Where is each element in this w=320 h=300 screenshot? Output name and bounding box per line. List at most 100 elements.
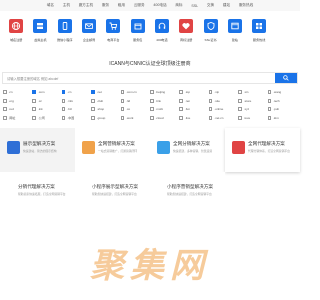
suffix-checkbox[interactable]	[149, 115, 154, 120]
suffix-checkbox[interactable]	[32, 115, 36, 120]
suffix-option[interactable]: .cc	[32, 97, 61, 106]
nav-item-cloud[interactable]: 云服务	[129, 3, 149, 8]
product-item[interactable]: 服务包	[125, 15, 149, 51]
solution-card[interactable]: 展示型解决方案 快速建站，简洁的展示结构	[0, 128, 75, 172]
suffix-option[interactable]: .biz	[61, 105, 91, 114]
nav-item-domain[interactable]: 域名	[42, 3, 58, 8]
suffix-option[interactable]: .vip	[208, 88, 238, 97]
suffix-option[interactable]: .网址	[3, 114, 32, 123]
suffix-option[interactable]: .live	[179, 114, 208, 123]
suffix-option[interactable]: .mobi	[149, 105, 179, 114]
suffix-checkbox[interactable]	[61, 98, 66, 103]
suffix-option[interactable]: .net.cn	[208, 114, 238, 123]
solution-card[interactable]: 小程序展示型解决方案 帮助您快速搭建，打造全网营销平台	[75, 172, 150, 218]
product-item[interactable]: 企业邮局	[77, 15, 101, 51]
nav-item-rent[interactable]: 租用	[113, 3, 129, 8]
suffix-checkbox[interactable]	[208, 115, 213, 120]
search-button[interactable]	[275, 73, 297, 83]
suffix-checkbox[interactable]	[238, 115, 242, 120]
product-item[interactable]: 虚拟主机	[28, 15, 52, 51]
suffix-checkbox[interactable]	[208, 107, 213, 112]
suffix-option[interactable]: .cloud	[149, 114, 179, 123]
suffix-checkbox[interactable]	[208, 90, 213, 95]
solution-card[interactable]: 小程序营销型解决方案 帮助您快速搭建，打造全网营销平台	[150, 172, 225, 218]
suffix-checkbox[interactable]	[179, 115, 183, 120]
suffix-option[interactable]: .work	[120, 114, 150, 123]
suffix-checkbox[interactable]	[91, 90, 95, 95]
suffix-checkbox[interactable]	[267, 115, 272, 120]
suffix-checkbox[interactable]	[91, 115, 95, 120]
suffix-option[interactable]: .xin	[238, 88, 267, 97]
product-item[interactable]: 400电话	[150, 15, 174, 51]
nav-item-trademark[interactable]: 商标	[171, 3, 187, 8]
solution-card[interactable]: 全网分销解决方案 快速搭建，多种营销，智慧运营	[150, 128, 225, 172]
suffix-option[interactable]: .store	[238, 97, 267, 106]
suffix-option[interactable]: .group	[91, 114, 120, 123]
suffix-checkbox[interactable]	[267, 98, 272, 103]
suffix-option[interactable]: .online	[208, 105, 238, 114]
suffix-option[interactable]: .beijing	[149, 88, 179, 97]
suffix-option[interactable]: .ren	[179, 97, 208, 106]
suffix-checkbox[interactable]	[120, 90, 125, 95]
solution-card[interactable]: 全网代理解决方案 代理分销体系，打造全网营销平台	[225, 128, 300, 172]
suffix-checkbox[interactable]	[267, 90, 272, 95]
solution-card[interactable]: 全网营销解决方案 一站式营销推广，打通营销闭环	[75, 128, 150, 172]
suffix-checkbox[interactable]	[3, 98, 7, 103]
suffix-option[interactable]: .tech	[267, 97, 297, 106]
product-item[interactable]: 建站	[223, 15, 247, 51]
suffix-checkbox[interactable]	[149, 107, 154, 112]
suffix-checkbox[interactable]	[32, 90, 36, 95]
suffix-checkbox[interactable]	[3, 90, 7, 95]
nav-item-hotline[interactable]: 服务热线	[234, 3, 257, 8]
suffix-option[interactable]: .cn	[3, 88, 32, 97]
nav-item-build[interactable]: 建站	[218, 3, 234, 8]
suffix-checkbox[interactable]	[3, 115, 7, 120]
suffix-option[interactable]: .com	[32, 88, 61, 97]
suffix-checkbox[interactable]	[149, 98, 154, 103]
suffix-option[interactable]: .ltd	[120, 97, 150, 106]
solution-card[interactable]: 分销代理解决方案 帮助商家快速拓展，打造全网营销平台	[0, 172, 75, 218]
product-item[interactable]: 商标注册	[174, 15, 198, 51]
suffix-option[interactable]: .pub	[267, 105, 297, 114]
suffix-option[interactable]: .org	[3, 97, 32, 106]
suffix-checkbox[interactable]	[120, 98, 125, 103]
suffix-checkbox[interactable]	[179, 90, 183, 95]
nav-item-exchange[interactable]: 交换	[203, 3, 219, 8]
suffix-option[interactable]: .com.cn	[120, 88, 150, 97]
suffix-checkbox[interactable]	[32, 107, 36, 112]
suffix-option[interactable]: .site	[208, 97, 238, 106]
nav-item-ssl[interactable]: SSL	[187, 4, 203, 8]
suffix-option[interactable]: .link	[149, 97, 179, 106]
suffix-checkbox[interactable]	[208, 98, 213, 103]
suffix-checkbox[interactable]	[91, 98, 95, 103]
suffix-checkbox[interactable]	[238, 98, 242, 103]
suffix-option[interactable]: .ink	[32, 105, 61, 114]
suffix-checkbox[interactable]	[3, 107, 7, 112]
suffix-option[interactable]: .kim	[267, 114, 297, 123]
product-item[interactable]: 电商平台	[101, 15, 125, 51]
suffix-option[interactable]: .co	[120, 105, 150, 114]
suffix-option[interactable]: .fun	[179, 105, 208, 114]
product-item[interactable]: 服务热线	[247, 15, 271, 51]
nav-item-service[interactable]: 服务	[97, 3, 113, 8]
suffix-checkbox[interactable]	[32, 98, 36, 103]
nav-item-host[interactable]: 主机	[58, 3, 74, 8]
suffix-option[interactable]: .net	[91, 88, 120, 97]
suffix-checkbox[interactable]	[61, 115, 66, 120]
suffix-checkbox[interactable]	[91, 107, 95, 112]
suffix-option[interactable]: .red	[3, 105, 32, 114]
suffix-option[interactable]: .top	[179, 88, 208, 97]
suffix-checkbox[interactable]	[238, 90, 242, 95]
suffix-option[interactable]: .love	[238, 114, 267, 123]
domain-search-input[interactable]: 请输入想要注册的域名 例如 abcdef	[7, 76, 58, 81]
suffix-checkbox[interactable]	[120, 107, 125, 112]
suffix-option[interactable]: .中国	[61, 114, 91, 123]
nav-item-400[interactable]: 400电话	[149, 3, 171, 8]
suffix-option[interactable]: .wang	[267, 88, 297, 97]
product-item[interactable]: SSL证书	[198, 15, 222, 51]
product-item[interactable]: 域名注册	[4, 15, 28, 51]
suffix-option[interactable]: .shop	[91, 105, 120, 114]
suffix-option[interactable]: .xyz	[238, 105, 267, 114]
suffix-checkbox[interactable]	[179, 107, 183, 112]
suffix-option[interactable]: .cn	[61, 88, 91, 97]
